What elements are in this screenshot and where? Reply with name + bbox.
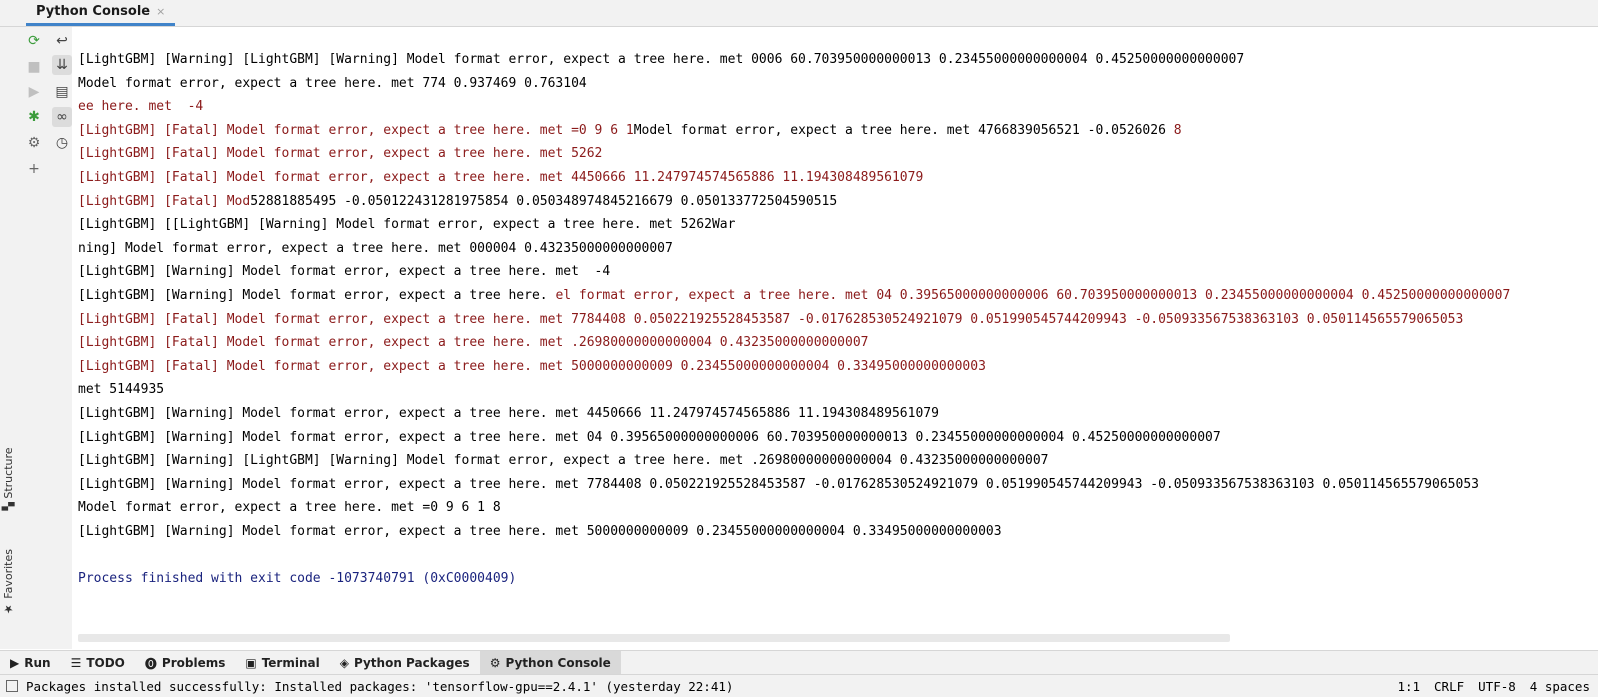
left-stripe: ▚ Structure ★ Favorites xyxy=(0,27,23,649)
debug-icon[interactable]: ✱ xyxy=(24,107,44,127)
structure-icon: ▚ xyxy=(2,502,15,511)
run-icon: ▶ xyxy=(10,656,20,670)
execute-icon[interactable]: ▶ xyxy=(24,82,44,102)
tool-window-header: Python Console × xyxy=(0,0,1598,27)
console-line: [LightGBM] [Warning] Model format error,… xyxy=(78,429,1221,445)
console-line: [LightGBM] [Warning] Model format error,… xyxy=(78,476,1479,492)
stop-icon[interactable]: ■ xyxy=(24,57,44,77)
console-line: Model format error, expect a tree here. … xyxy=(78,75,587,91)
show-variables-icon[interactable]: ∞ xyxy=(52,107,72,127)
tool-window-label: Python Console xyxy=(505,656,611,670)
console-line: [LightGBM] [Fatal] Model format error, e… xyxy=(78,358,986,374)
console-line: [LightGBM] [Fatal] Model format error, e… xyxy=(78,146,603,162)
console-line: met 5144935 xyxy=(78,382,165,398)
console-line: [LightGBM] [Fatal] Model format error, e… xyxy=(78,311,1464,327)
status-message[interactable]: Packages installed successfully: Install… xyxy=(26,679,733,694)
tool-window-label: Problems xyxy=(161,656,226,670)
tool-window-python-packages[interactable]: ◈ Python Packages xyxy=(330,651,480,675)
console-line: [LightGBM] [Warning] Model format error,… xyxy=(78,287,1511,303)
add-icon[interactable]: + xyxy=(24,159,44,179)
console-line: [LightGBM] [Warning] Model format error,… xyxy=(78,264,611,280)
close-icon[interactable]: × xyxy=(156,5,165,18)
console-line: [LightGBM] [Warning] [LightGBM] [Warning… xyxy=(78,52,1245,67)
tool-window-label: Python Packages xyxy=(353,656,470,670)
tool-window-terminal[interactable]: ▣ Terminal xyxy=(235,651,329,675)
console-line: [LightGBM] [Fatal] Model format error, e… xyxy=(78,122,1182,138)
file-encoding[interactable]: UTF-8 xyxy=(1478,679,1516,694)
caret-position[interactable]: 1:1 xyxy=(1397,679,1420,694)
terminal-icon: ▣ xyxy=(245,656,257,670)
tab-python-console[interactable]: Python Console × xyxy=(26,0,176,26)
print-icon[interactable]: ▤ xyxy=(52,82,72,102)
sidebar-item-structure[interactable]: ▚ Structure xyxy=(2,447,15,511)
tool-window-run[interactable]: ▶ Run xyxy=(0,651,61,675)
soft-wrap-icon[interactable]: ↩ xyxy=(52,31,72,51)
todo-icon: ☰ xyxy=(70,656,82,670)
console-line: [LightGBM] [Fatal] Mod52881885495 -0.050… xyxy=(78,193,838,209)
status-bar: Packages installed successfully: Install… xyxy=(0,674,1598,697)
console-line: ning] Model format error, expect a tree … xyxy=(78,240,673,256)
problems-icon: ⓿ xyxy=(144,656,157,671)
python-packages-icon: ◈ xyxy=(339,656,349,670)
console-line: Model format error, expect a tree here. … xyxy=(78,500,501,516)
console-line: Process finished with exit code -1073740… xyxy=(78,571,517,587)
status-toggle-icon[interactable] xyxy=(6,680,18,692)
tool-window-label: TODO xyxy=(86,656,125,670)
tool-window-todo[interactable]: ☰ TODO xyxy=(61,651,135,675)
line-separator[interactable]: CRLF xyxy=(1434,679,1464,694)
console-line: ee here. met -4 xyxy=(78,99,204,115)
rerun-icon[interactable]: ⟳ xyxy=(24,31,44,51)
horizontal-scrollbar[interactable] xyxy=(78,634,1230,642)
console-line: [LightGBM] [Fatal] Model format error, e… xyxy=(78,335,869,351)
console-line: [LightGBM] [Fatal] Model format error, e… xyxy=(78,169,924,185)
tool-window-python-console[interactable]: ⚙ Python Console xyxy=(479,651,621,675)
tool-window-problems[interactable]: ⓿ Problems xyxy=(135,651,235,675)
python-console-icon: ⚙ xyxy=(489,656,501,670)
scroll-to-end-icon[interactable]: ⇊ xyxy=(52,55,72,75)
console-line: [LightGBM] [Warning] Model format error,… xyxy=(78,523,1002,539)
star-icon: ★ xyxy=(2,602,15,616)
console-actions: ⟳ ■ ▶ ✱ ⚙ + ↩ ⇊ ▤ ∞ ◷ xyxy=(22,27,72,649)
tool-window-label: Terminal xyxy=(261,656,320,670)
history-icon[interactable]: ◷ xyxy=(52,133,72,153)
tool-window-bar: ▶ Run ☰ TODO ⓿ Problems ▣ Terminal ◈ Python Packa… xyxy=(0,650,1598,675)
tab-title: Python Console xyxy=(36,4,151,19)
indent-setting[interactable]: 4 spaces xyxy=(1530,679,1590,694)
console-line: [LightGBM] [[LightGBM] [Warning] Model f… xyxy=(78,217,736,233)
settings-icon[interactable]: ⚙ xyxy=(24,133,44,153)
console-output[interactable]: [LightGBM] [Warning] [LightGBM] [Warning… xyxy=(78,48,1598,591)
console-line: [LightGBM] [Warning] Model format error,… xyxy=(78,405,939,421)
console-line: [LightGBM] [Warning] [LightGBM] [Warning… xyxy=(78,453,1049,469)
tool-window-label: Run xyxy=(24,656,51,670)
sidebar-item-favorites[interactable]: ★ Favorites xyxy=(2,549,15,616)
